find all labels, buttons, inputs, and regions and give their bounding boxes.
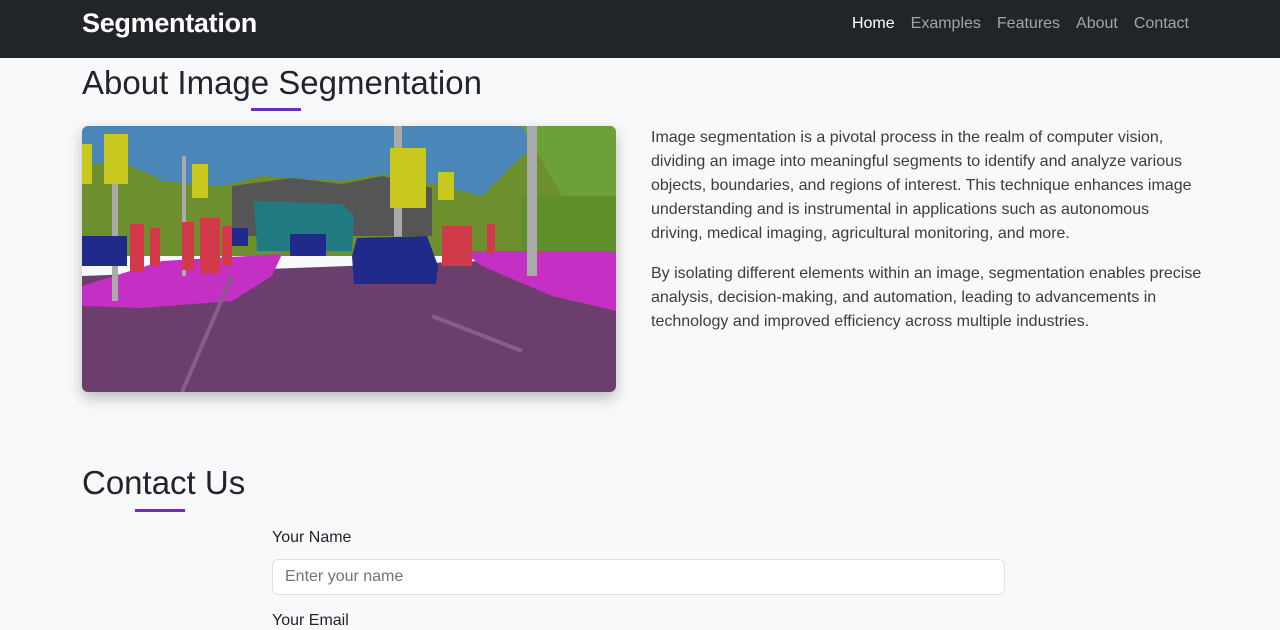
navbar: Segmentation Home Examples Features Abou… xyxy=(0,0,1280,58)
nav-link-home[interactable]: Home xyxy=(852,14,895,34)
email-field-label: Your Email xyxy=(272,612,349,629)
nav-links: Home Examples Features About Contact xyxy=(852,14,1189,34)
nav-link-features[interactable]: Features xyxy=(997,14,1060,34)
segmentation-image xyxy=(82,126,616,392)
nav-link-examples[interactable]: Examples xyxy=(911,14,981,34)
name-field-label: Your Name xyxy=(272,529,352,546)
about-title-underline xyxy=(251,108,301,111)
about-text: Image segmentation is a pivotal process … xyxy=(651,126,1203,350)
about-paragraph: By isolating different elements within a… xyxy=(651,265,1202,330)
contact-title-underline xyxy=(135,509,185,512)
name-input[interactable] xyxy=(272,559,1005,595)
brand-logo-link[interactable]: Segmentation xyxy=(82,8,257,39)
about-title: About Image Segmentation xyxy=(82,64,482,101)
contact-title: Contact Us xyxy=(82,464,246,501)
about-paragraph: Image segmentation is a pivotal process … xyxy=(651,129,1192,242)
nav-link-contact[interactable]: Contact xyxy=(1134,14,1189,34)
nav-link-about[interactable]: About xyxy=(1076,14,1118,34)
